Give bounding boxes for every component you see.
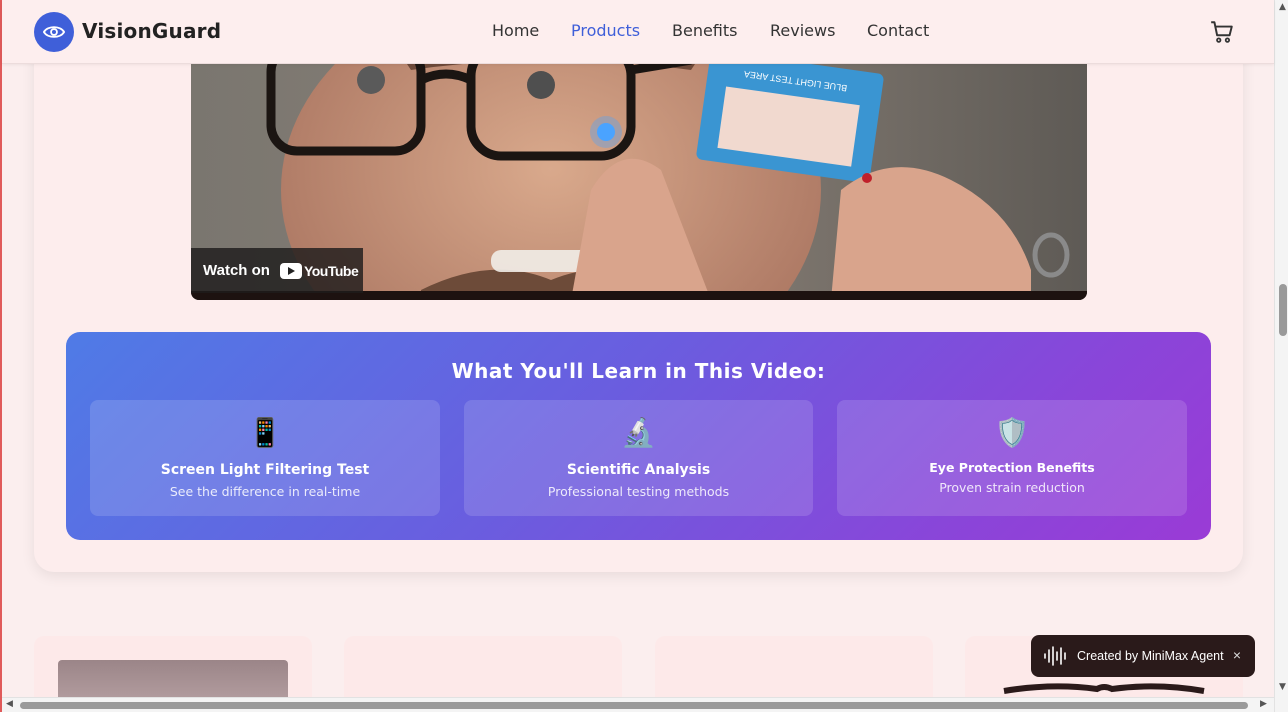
nav-reviews[interactable]: Reviews xyxy=(770,21,835,40)
vertical-scrollbar[interactable]: ▲ ▼ xyxy=(1274,0,1288,712)
glasses-product-image xyxy=(1003,683,1205,694)
learn-item-screen-test: 📱 Screen Light Filtering Test See the di… xyxy=(90,400,440,516)
learn-item-subtitle: Professional testing methods xyxy=(547,484,730,499)
learn-item-title: Eye Protection Benefits xyxy=(929,460,1095,475)
youtube-wordmark: YouTube xyxy=(303,262,359,279)
learn-item-title: Screen Light Filtering Test xyxy=(160,462,370,478)
youtube-logo: YouTube xyxy=(279,262,359,279)
waveform-icon xyxy=(1044,646,1066,666)
learn-item-subtitle: Proven strain reduction xyxy=(939,480,1085,495)
learn-item-subtitle: See the difference in real-time xyxy=(169,484,361,499)
learn-item-eye-protection: 🛡️ Eye Protection Benefits Proven strain… xyxy=(837,400,1187,516)
learn-panel: What You'll Learn in This Video: 📱 Scree… xyxy=(66,332,1211,540)
watch-on-youtube-button[interactable]: Watch on YouTube xyxy=(191,248,363,293)
scroll-up-icon[interactable]: ▲ xyxy=(1279,2,1286,12)
scroll-left-icon[interactable]: ◀ xyxy=(6,699,13,709)
microscope-icon: 🔬 xyxy=(621,416,656,449)
minimax-toast: Created by MiniMax Agent × xyxy=(1031,635,1255,677)
watch-on-label: Watch on xyxy=(203,262,270,279)
shield-icon: 🛡️ xyxy=(994,416,1030,449)
vertical-scroll-thumb[interactable] xyxy=(1279,284,1287,336)
close-icon[interactable]: × xyxy=(1233,647,1241,663)
toast-label: Created by MiniMax Agent xyxy=(1077,649,1224,663)
main-nav: Home Products Benefits Reviews Contact xyxy=(2,21,1274,43)
scroll-right-icon[interactable]: ▶ xyxy=(1260,699,1267,709)
youtube-video-embed[interactable]: BLUE LIGHT TEST AREA Watch on YouTube xyxy=(191,40,1087,300)
play-icon xyxy=(279,262,302,279)
horizontal-scroll-thumb[interactable] xyxy=(20,702,1248,709)
scroll-down-icon[interactable]: ▼ xyxy=(1279,682,1286,692)
phone-icon: 📱 xyxy=(247,416,283,449)
site-header: VisionGuard Home Products Benefits Revie… xyxy=(2,0,1274,64)
cart-icon[interactable] xyxy=(1209,19,1235,45)
nav-products[interactable]: Products xyxy=(571,21,640,40)
nav-contact[interactable]: Contact xyxy=(867,21,929,40)
nav-benefits[interactable]: Benefits xyxy=(672,21,738,40)
learn-item-title: Scientific Analysis xyxy=(566,462,711,478)
learn-item-scientific-analysis: 🔬 Scientific Analysis Professional testi… xyxy=(464,400,813,516)
learn-title: What You'll Learn in This Video: xyxy=(451,359,826,383)
nav-home[interactable]: Home xyxy=(492,21,539,40)
horizontal-scrollbar[interactable]: ◀ ▶ xyxy=(2,697,1274,712)
